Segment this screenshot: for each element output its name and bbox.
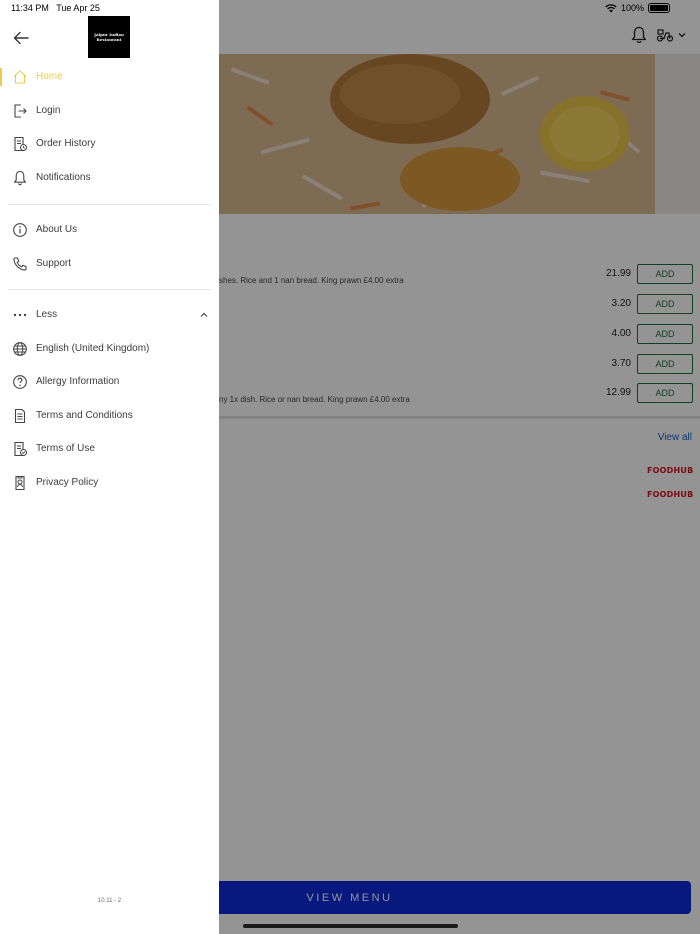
nav-item-privacy-policy[interactable]: Privacy Policy xyxy=(0,468,219,498)
info-icon xyxy=(13,223,27,237)
nav-label: Home xyxy=(36,71,63,82)
active-indicator xyxy=(0,68,2,86)
nav-item-language[interactable]: English (United Kingdom) xyxy=(0,334,219,364)
nav-label: Privacy Policy xyxy=(36,477,99,488)
document-check-icon xyxy=(14,441,27,457)
receipt-icon xyxy=(14,136,27,152)
nav-item-allergy-information[interactable]: Allergy Information xyxy=(0,367,219,397)
logo-line: Restaurant xyxy=(96,37,122,42)
restaurant-logo: Jaipur Indian Restaurant xyxy=(88,16,130,58)
nav-label: About Us xyxy=(36,224,78,235)
drawer-divider xyxy=(8,204,211,205)
nav-item-terms-of-use[interactable]: Terms of Use xyxy=(0,434,219,464)
globe-icon xyxy=(13,342,27,356)
more-dots-icon xyxy=(13,313,27,317)
bell-icon xyxy=(13,170,27,186)
nav-item-home[interactable]: Home xyxy=(0,62,219,92)
navigation-drawer: 11:34 PM Tue Apr 25 Jaipur Indian Restau… xyxy=(0,0,219,934)
nav-label: Login xyxy=(36,105,61,116)
help-circle-icon xyxy=(13,375,27,389)
nav-item-support[interactable]: Support xyxy=(0,249,219,279)
app-version: 10.11 - 2 xyxy=(97,898,122,904)
nav-item-notifications[interactable]: Notifications xyxy=(0,163,219,193)
nav-item-order-history[interactable]: Order History xyxy=(0,129,219,159)
home-icon xyxy=(13,70,27,84)
nav-label: English (United Kingdom) xyxy=(36,343,150,354)
login-icon xyxy=(14,104,27,118)
chevron-up-icon xyxy=(200,312,208,317)
drawer-divider xyxy=(8,289,211,290)
nav-item-terms-and-conditions[interactable]: Terms and Conditions xyxy=(0,401,219,431)
phone-icon xyxy=(13,257,27,271)
home-indicator xyxy=(243,924,458,928)
status-date: Tue Apr 25 xyxy=(56,3,100,13)
document-icon xyxy=(14,408,26,424)
nav-label: Support xyxy=(36,258,72,269)
status-time: 11:34 PM xyxy=(11,3,49,13)
status-bar-left: 11:34 PM Tue Apr 25 xyxy=(11,3,100,13)
nav-label: Allergy Information xyxy=(36,376,120,387)
nav-label: Order History xyxy=(36,138,96,149)
nav-label: Less xyxy=(36,309,58,320)
nav-item-about-us[interactable]: About Us xyxy=(0,215,219,245)
nav-label: Terms and Conditions xyxy=(36,410,133,421)
privacy-icon xyxy=(15,475,25,491)
back-arrow-icon[interactable] xyxy=(12,31,30,45)
nav-item-login[interactable]: Login xyxy=(0,96,219,126)
nav-label: Terms of Use xyxy=(36,443,95,454)
nav-label: Notifications xyxy=(36,172,91,183)
nav-item-less-toggle[interactable]: Less xyxy=(0,300,219,330)
